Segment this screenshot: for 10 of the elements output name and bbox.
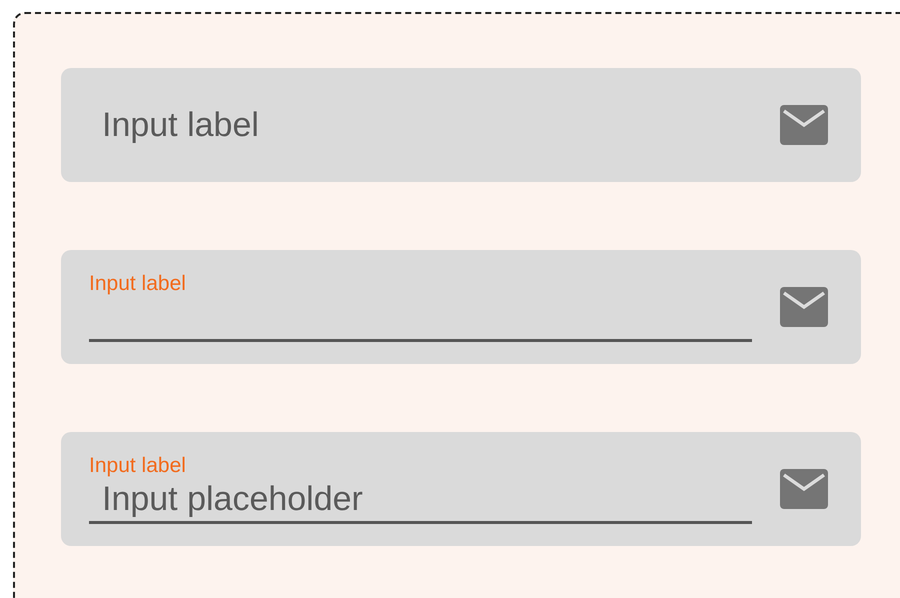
envelope-icon [780, 105, 828, 145]
envelope-icon [780, 287, 828, 327]
field-label: Input label [101, 106, 260, 144]
field-label: Input label [89, 272, 187, 296]
text-field[interactable]: Input label [61, 250, 861, 364]
envelope-icon [780, 469, 828, 509]
text-field[interactable]: Input label [61, 68, 861, 182]
field-label: Input label [89, 454, 187, 478]
text-field[interactable]: Input label Input placeholder [61, 432, 861, 546]
input-field[interactable]: Input placeholder [89, 478, 752, 524]
